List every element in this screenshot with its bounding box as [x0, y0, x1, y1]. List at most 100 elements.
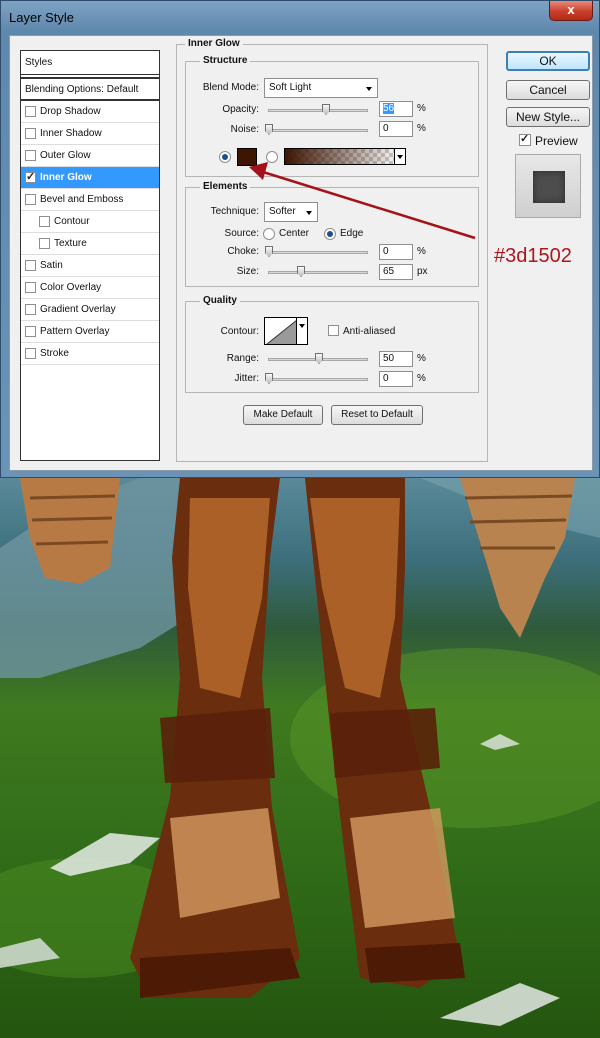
style-item-label: Stroke	[40, 348, 69, 359]
blend-mode-value: Soft Light	[269, 82, 312, 93]
technique-label: Technique:	[210, 206, 259, 217]
style-item-drop-shadow[interactable]: Drop Shadow	[21, 101, 159, 123]
anti-aliased-label[interactable]: Anti-aliased	[343, 326, 395, 337]
range-slider-thumb[interactable]	[315, 353, 323, 364]
style-checkbox[interactable]	[25, 326, 36, 337]
size-label: Size:	[236, 266, 259, 277]
technique-select[interactable]: Softer	[264, 202, 318, 222]
contour-curve-icon	[266, 319, 297, 344]
ok-button[interactable]: OK	[506, 51, 590, 71]
blend-mode-label: Blend Mode:	[202, 82, 259, 93]
chevron-down-icon	[306, 211, 312, 215]
title-bar[interactable]: Layer Style x	[1, 1, 600, 35]
source-center-radio[interactable]	[263, 228, 275, 240]
contour-dropdown-button[interactable]	[296, 317, 308, 345]
opacity-unit: %	[417, 103, 426, 114]
blend-mode-select[interactable]: Soft Light	[264, 78, 378, 98]
style-checkbox[interactable]	[39, 238, 50, 249]
size-slider-thumb[interactable]	[297, 266, 305, 277]
solid-color-radio[interactable]	[219, 151, 231, 163]
opacity-slider[interactable]	[268, 109, 368, 112]
inner-glow-panel: Inner Glow Structure Blend Mode: Soft Li…	[176, 38, 488, 462]
quality-title: Quality	[200, 295, 240, 306]
range-input[interactable]: 50	[379, 351, 413, 367]
style-checkbox[interactable]	[25, 304, 36, 315]
elements-group: Elements Technique: Softer Source: Cente…	[185, 181, 479, 287]
size-slider[interactable]	[268, 271, 368, 274]
opacity-input[interactable]: 56	[379, 101, 413, 117]
style-item-satin[interactable]: Satin	[21, 255, 159, 277]
jitter-slider[interactable]	[268, 378, 368, 381]
opacity-value: 56	[383, 103, 395, 114]
structure-title: Structure	[200, 55, 251, 66]
style-item-inner-shadow[interactable]: Inner Shadow	[21, 123, 159, 145]
cancel-button[interactable]: Cancel	[506, 80, 590, 100]
reset-to-default-button[interactable]: Reset to Default	[331, 405, 423, 425]
style-item-label: Gradient Overlay	[40, 304, 116, 315]
gradient-dropdown-button[interactable]	[394, 148, 406, 165]
opacity-slider-thumb[interactable]	[322, 104, 330, 115]
chevron-down-icon	[366, 87, 372, 91]
choke-slider-thumb[interactable]	[265, 246, 273, 257]
style-item-outer-glow[interactable]: Outer Glow	[21, 145, 159, 167]
source-edge-label[interactable]: Edge	[340, 228, 363, 239]
style-checkbox[interactable]	[25, 194, 36, 205]
range-label: Range:	[226, 353, 259, 364]
new-style-button[interactable]: New Style...	[506, 107, 590, 127]
inner-glow-title: Inner Glow	[185, 38, 243, 49]
style-item-contour[interactable]: Contour	[21, 211, 159, 233]
contour-picker[interactable]	[264, 317, 298, 345]
size-input[interactable]: 65	[379, 264, 413, 280]
style-checkbox[interactable]	[39, 216, 50, 227]
noise-input[interactable]: 0	[379, 121, 413, 137]
size-unit: px	[417, 266, 428, 277]
noise-unit: %	[417, 123, 426, 134]
style-item-color-overlay[interactable]: Color Overlay	[21, 277, 159, 299]
jitter-input[interactable]: 0	[379, 371, 413, 387]
glow-color-swatch[interactable]	[237, 148, 257, 166]
style-item-bevel-and-emboss[interactable]: Bevel and Emboss	[21, 189, 159, 211]
style-item-label: Satin	[40, 260, 63, 271]
source-label: Source:	[224, 228, 259, 239]
jitter-label: Jitter:	[234, 373, 259, 384]
make-default-button[interactable]: Make Default	[243, 405, 323, 425]
style-item-texture[interactable]: Texture	[21, 233, 159, 255]
style-checkbox[interactable]	[25, 150, 36, 161]
style-item-label: Inner Shadow	[40, 128, 102, 139]
glow-gradient-picker[interactable]	[284, 148, 402, 165]
styles-header[interactable]: Styles	[21, 51, 159, 75]
preview-label[interactable]: Preview	[535, 134, 578, 148]
source-edge-radio[interactable]	[324, 228, 336, 240]
choke-slider[interactable]	[268, 251, 368, 254]
style-item-label: Pattern Overlay	[40, 326, 110, 337]
preview-checkbox[interactable]	[519, 132, 531, 146]
style-item-label: Contour	[54, 216, 90, 227]
style-checkbox[interactable]	[25, 106, 36, 117]
style-item-stroke[interactable]: Stroke	[21, 343, 159, 365]
style-checkbox[interactable]	[25, 170, 36, 183]
noise-slider[interactable]	[268, 129, 368, 132]
style-checkbox[interactable]	[25, 128, 36, 139]
jitter-slider-thumb[interactable]	[265, 373, 273, 384]
elements-title: Elements	[200, 181, 251, 192]
choke-unit: %	[417, 246, 426, 257]
range-unit: %	[417, 353, 426, 364]
close-icon: x	[567, 2, 575, 17]
noise-slider-thumb[interactable]	[265, 124, 273, 135]
noise-label: Noise:	[230, 124, 259, 135]
close-button[interactable]: x	[549, 1, 593, 21]
anti-aliased-checkbox[interactable]	[328, 325, 339, 336]
style-item-gradient-overlay[interactable]: Gradient Overlay	[21, 299, 159, 321]
style-item-pattern-overlay[interactable]: Pattern Overlay	[21, 321, 159, 343]
choke-input[interactable]: 0	[379, 244, 413, 260]
style-checkbox[interactable]	[25, 282, 36, 293]
style-item-label: Inner Glow	[40, 172, 92, 183]
style-item-inner-glow[interactable]: Inner Glow	[21, 167, 159, 189]
structure-group: Structure Blend Mode: Soft Light Opacity…	[185, 55, 479, 177]
style-checkbox[interactable]	[25, 260, 36, 271]
blending-options-item[interactable]: Blending Options: Default	[21, 77, 159, 101]
gradient-radio[interactable]	[266, 151, 278, 163]
style-item-label: Texture	[54, 238, 87, 249]
source-center-label[interactable]: Center	[279, 228, 309, 239]
style-checkbox[interactable]	[25, 348, 36, 359]
